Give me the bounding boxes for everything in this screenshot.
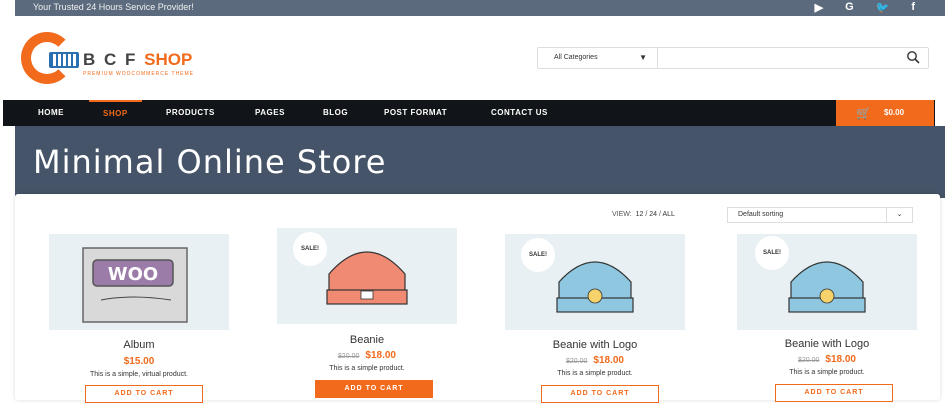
site-header: B C F SHOP PREMIUM WOOCOMMERCE THEME All… (15, 16, 945, 100)
product-price: $15.00 (123, 356, 155, 367)
product-desc: This is a simple product. (789, 369, 865, 376)
sale-badge: SALE! (755, 236, 789, 270)
nav-item-shop[interactable]: SHOP (89, 100, 142, 126)
add-to-cart-button[interactable]: ADD TO CART (85, 385, 203, 403)
product-desc: This is a simple, virtual product. (89, 371, 189, 378)
nav-item-post-format[interactable]: POST FORMAT (384, 100, 447, 126)
product-image[interactable]: WOO (49, 234, 229, 330)
view-option-24[interactable]: 24 (649, 211, 657, 218)
social-links: ▶ G 🐦 f (815, 1, 915, 14)
twitter-icon[interactable]: 🐦 (876, 1, 890, 14)
product-desc: This is a simple product. (557, 370, 633, 377)
sort-select[interactable]: Default sorting ⌄ (727, 207, 913, 223)
logo-tagline: PREMIUM WOOCOMMERCE THEME (83, 71, 195, 77)
cart-total: $0.00 (884, 108, 905, 117)
product-title[interactable]: Album (49, 339, 229, 351)
search-icon[interactable] (906, 50, 920, 64)
service-tagline: Your Trusted 24 Hours Service Provider! (33, 2, 194, 12)
product-title[interactable]: Beanie (277, 334, 457, 346)
google-icon[interactable]: G (845, 1, 854, 14)
add-to-cart-button[interactable]: ADD TO CART (541, 385, 659, 403)
cart-button[interactable]: 🛒 $0.00 (836, 100, 934, 126)
basket-icon (49, 52, 79, 68)
youtube-icon[interactable]: ▶ (815, 1, 823, 14)
site-logo[interactable]: B C F SHOP PREMIUM WOOCOMMERCE THEME (21, 32, 231, 84)
page-title: Minimal Online Store (33, 143, 387, 181)
product-panel: VIEW: 12 / 24 / ALL Default sorting ⌄ WO… (15, 194, 940, 403)
nav-item-contact-us[interactable]: CONTACT US (491, 100, 548, 126)
category-select[interactable]: All Categories ▼ (538, 48, 658, 68)
view-option-12[interactable]: 12 (636, 211, 644, 218)
page-hero: Minimal Online Store (15, 126, 945, 198)
nav-item-pages[interactable]: PAGES (255, 100, 285, 126)
product-price: $20.00 $18.00 (337, 350, 396, 361)
product-price: $20.00 $18.00 (565, 355, 624, 366)
sale-badge: SALE! (521, 238, 555, 272)
product-title[interactable]: Beanie with Logo (737, 338, 917, 350)
chevron-down-icon: ▼ (639, 53, 647, 62)
view-selector: VIEW: 12 / 24 / ALL (612, 211, 675, 218)
main-nav: HOME SHOP PRODUCTS PAGES BLOG POST FORMA… (3, 100, 935, 126)
nav-item-home[interactable]: HOME (38, 100, 64, 126)
nav-item-blog[interactable]: BLOG (323, 100, 348, 126)
add-to-cart-button[interactable]: ADD TO CART (315, 380, 433, 398)
product-desc: This is a simple product. (329, 365, 405, 372)
cart-icon: 🛒 (856, 106, 871, 120)
view-option-all[interactable]: ALL (663, 211, 675, 218)
sale-badge: SALE! (293, 232, 327, 266)
top-bar: Your Trusted 24 Hours Service Provider! … (15, 0, 945, 16)
product-price: $20.00 $18.00 (797, 354, 856, 365)
add-to-cart-button[interactable]: ADD TO CART (775, 384, 893, 402)
svg-text:WOO: WOO (108, 264, 158, 285)
chevron-down-icon: ⌄ (886, 208, 912, 222)
woo-album-image: WOO (82, 247, 188, 323)
facebook-icon[interactable]: f (911, 1, 915, 14)
nav-item-products[interactable]: PRODUCTS (166, 100, 215, 126)
search-bar: All Categories ▼ (537, 47, 929, 69)
product-title[interactable]: Beanie with Logo (505, 339, 685, 351)
logo-text: B C F SHOP (83, 50, 193, 69)
search-input[interactable] (660, 50, 890, 66)
